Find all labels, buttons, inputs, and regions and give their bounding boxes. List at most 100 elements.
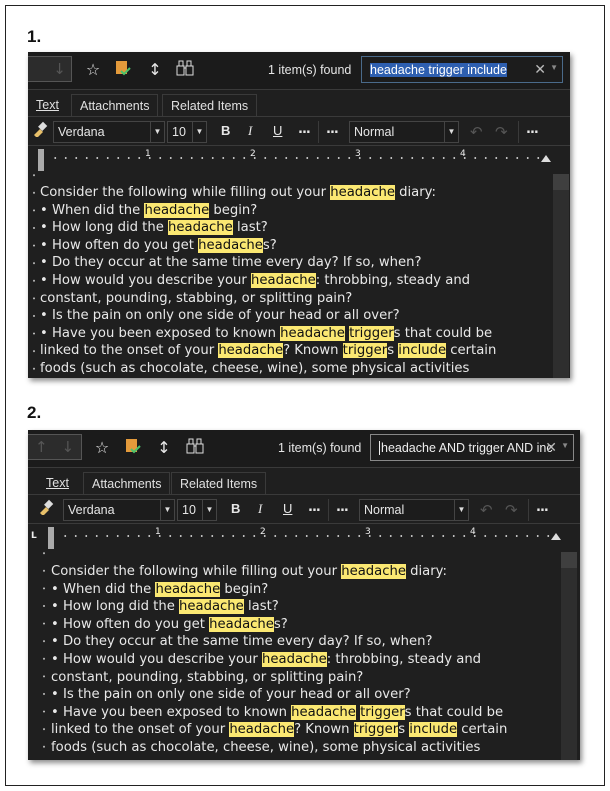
bold-button[interactable]: B xyxy=(221,123,230,138)
text-run: s? xyxy=(262,237,277,253)
tab-attachments[interactable]: Attachments xyxy=(71,94,159,117)
font-family-value: Verdana xyxy=(68,503,115,517)
text-run: • How long did the xyxy=(51,599,180,615)
text-run: • How often do you get xyxy=(51,616,210,632)
more-font-button[interactable]: ... xyxy=(298,122,311,137)
chevron-down-icon[interactable]: ▼ xyxy=(150,122,164,142)
results-count: 1 item(s) found xyxy=(268,63,352,77)
star-icon[interactable]: ☆ xyxy=(83,60,103,80)
text-run: : throbbing, steady and xyxy=(315,272,471,288)
text-run: last? xyxy=(243,599,279,615)
separator xyxy=(528,499,529,521)
tab-related-items[interactable]: Related Items xyxy=(162,94,258,117)
search-hit-highlight: include xyxy=(409,722,458,738)
scroll-up-button[interactable] xyxy=(561,552,577,568)
chevron-down-icon[interactable]: ▼ xyxy=(444,122,458,142)
redo-icon[interactable]: ↷ xyxy=(495,123,508,141)
arrow-up-icon[interactable]: ↑ xyxy=(35,438,48,456)
text-run: s xyxy=(398,722,410,738)
bold-button[interactable]: B xyxy=(231,501,240,516)
nav-buttons: ↓ xyxy=(28,56,72,82)
binoculars-icon[interactable] xyxy=(175,60,195,80)
format-toolbar: Verdana ▼ 10 ▼ B I U ... ... Normal ▼ ↶ ↷ .… xyxy=(28,496,580,524)
search-hit-highlight: headache xyxy=(291,704,356,720)
expand-collapse-icon[interactable]: ↕ xyxy=(145,60,165,80)
note-check-icon[interactable] xyxy=(113,60,133,80)
vertical-scrollbar[interactable] xyxy=(561,552,577,760)
more-options-button[interactable]: ... xyxy=(536,500,549,515)
indent-marker[interactable] xyxy=(38,149,44,171)
ruler-ticks xyxy=(60,531,552,545)
tab-text[interactable]: Text xyxy=(38,472,77,495)
more-font-button[interactable]: ... xyxy=(308,500,321,515)
indent-marker[interactable] xyxy=(48,527,54,549)
vertical-scrollbar[interactable] xyxy=(553,174,569,378)
document-body[interactable]: Consider the following while filling out… xyxy=(51,563,507,757)
format-painter-icon[interactable] xyxy=(36,499,56,519)
tab-attachments[interactable]: Attachments xyxy=(83,472,171,495)
arrow-down-icon[interactable]: ↓ xyxy=(53,60,66,78)
clear-search-icon[interactable]: ✕ xyxy=(534,61,546,78)
arrow-down-icon[interactable]: ↓ xyxy=(61,438,74,456)
text-run: • When did the xyxy=(40,202,145,218)
ruler[interactable]: L 1 2 3 4 xyxy=(28,525,580,552)
more-paragraph-button[interactable]: ... xyxy=(326,122,339,137)
chevron-down-icon[interactable]: ▼ xyxy=(561,441,569,450)
search-input[interactable]: headache AND trigger AND inc ✕ ▼ xyxy=(370,434,574,461)
font-family-select[interactable]: Verdana ▼ xyxy=(53,121,165,143)
binoculars-icon[interactable] xyxy=(185,438,205,458)
tab-related-items[interactable]: Related Items xyxy=(171,472,267,495)
text-run: • How long did the xyxy=(40,220,169,236)
ruler[interactable]: 1 2 3 4 xyxy=(28,147,570,174)
font-size-select[interactable]: 10 ▼ xyxy=(167,121,207,143)
tab-stop-selector[interactable]: L xyxy=(31,531,37,541)
left-margin-dots xyxy=(40,552,48,760)
chevron-down-icon[interactable]: ▼ xyxy=(550,63,558,72)
text-run: begin? xyxy=(220,581,269,597)
undo-icon[interactable]: ↶ xyxy=(480,501,493,519)
search-value: headache trigger include xyxy=(370,62,507,77)
document-line: foods (such as chocolate, cheese, wine),… xyxy=(51,739,507,757)
more-paragraph-button[interactable]: ... xyxy=(336,500,349,515)
underline-button[interactable]: U xyxy=(283,501,292,516)
tab-text[interactable]: Text xyxy=(28,94,67,117)
document-line: • How often do you get headaches? xyxy=(40,237,496,255)
chevron-down-icon[interactable]: ▼ xyxy=(454,500,468,520)
document-line: linked to the onset of your headache? Kn… xyxy=(51,721,507,739)
more-options-button[interactable]: ... xyxy=(526,122,539,137)
search-hit-highlight: headache xyxy=(251,272,316,288)
search-input[interactable]: headache trigger include ✕ ▼ xyxy=(361,56,563,83)
undo-icon[interactable]: ↶ xyxy=(470,123,483,141)
scroll-up-button[interactable] xyxy=(553,174,569,190)
document-line: linked to the onset of your headache? Kn… xyxy=(40,342,496,360)
right-margin-marker[interactable] xyxy=(551,533,561,540)
format-painter-icon[interactable] xyxy=(30,121,50,141)
style-select[interactable]: Normal ▼ xyxy=(359,499,469,521)
font-family-select[interactable]: Verdana ▼ xyxy=(63,499,175,521)
search-value: headache AND trigger AND inc xyxy=(379,440,553,455)
step-label-1: 1. xyxy=(27,27,42,46)
style-select[interactable]: Normal ▼ xyxy=(349,121,459,143)
font-size-select[interactable]: 10 ▼ xyxy=(177,499,217,521)
separator xyxy=(518,121,519,143)
underline-button[interactable]: U xyxy=(273,123,282,138)
expand-collapse-icon[interactable]: ↕ xyxy=(154,438,174,458)
search-hit-highlight: include xyxy=(398,343,447,359)
ruler-number: 2 xyxy=(250,149,256,159)
text-run: certain xyxy=(457,722,508,738)
chevron-down-icon[interactable]: ▼ xyxy=(160,500,174,520)
text-run: diary: xyxy=(405,564,447,579)
clear-search-icon[interactable]: ✕ xyxy=(545,439,557,456)
document-line: Consider the following while filling out… xyxy=(51,563,507,581)
redo-icon[interactable]: ↷ xyxy=(505,501,518,519)
ruler-number: 1 xyxy=(145,149,151,159)
document-body[interactable]: Consider the following while filling out… xyxy=(40,184,496,378)
right-margin-marker[interactable] xyxy=(541,155,551,162)
italic-button[interactable]: I xyxy=(258,501,262,517)
chevron-down-icon[interactable]: ▼ xyxy=(202,500,216,520)
chevron-down-icon[interactable]: ▼ xyxy=(192,122,206,142)
italic-button[interactable]: I xyxy=(248,123,252,139)
document-line: • Have you been exposed to known headach… xyxy=(51,704,507,722)
star-icon[interactable]: ☆ xyxy=(92,438,112,458)
note-check-icon[interactable] xyxy=(123,438,143,458)
